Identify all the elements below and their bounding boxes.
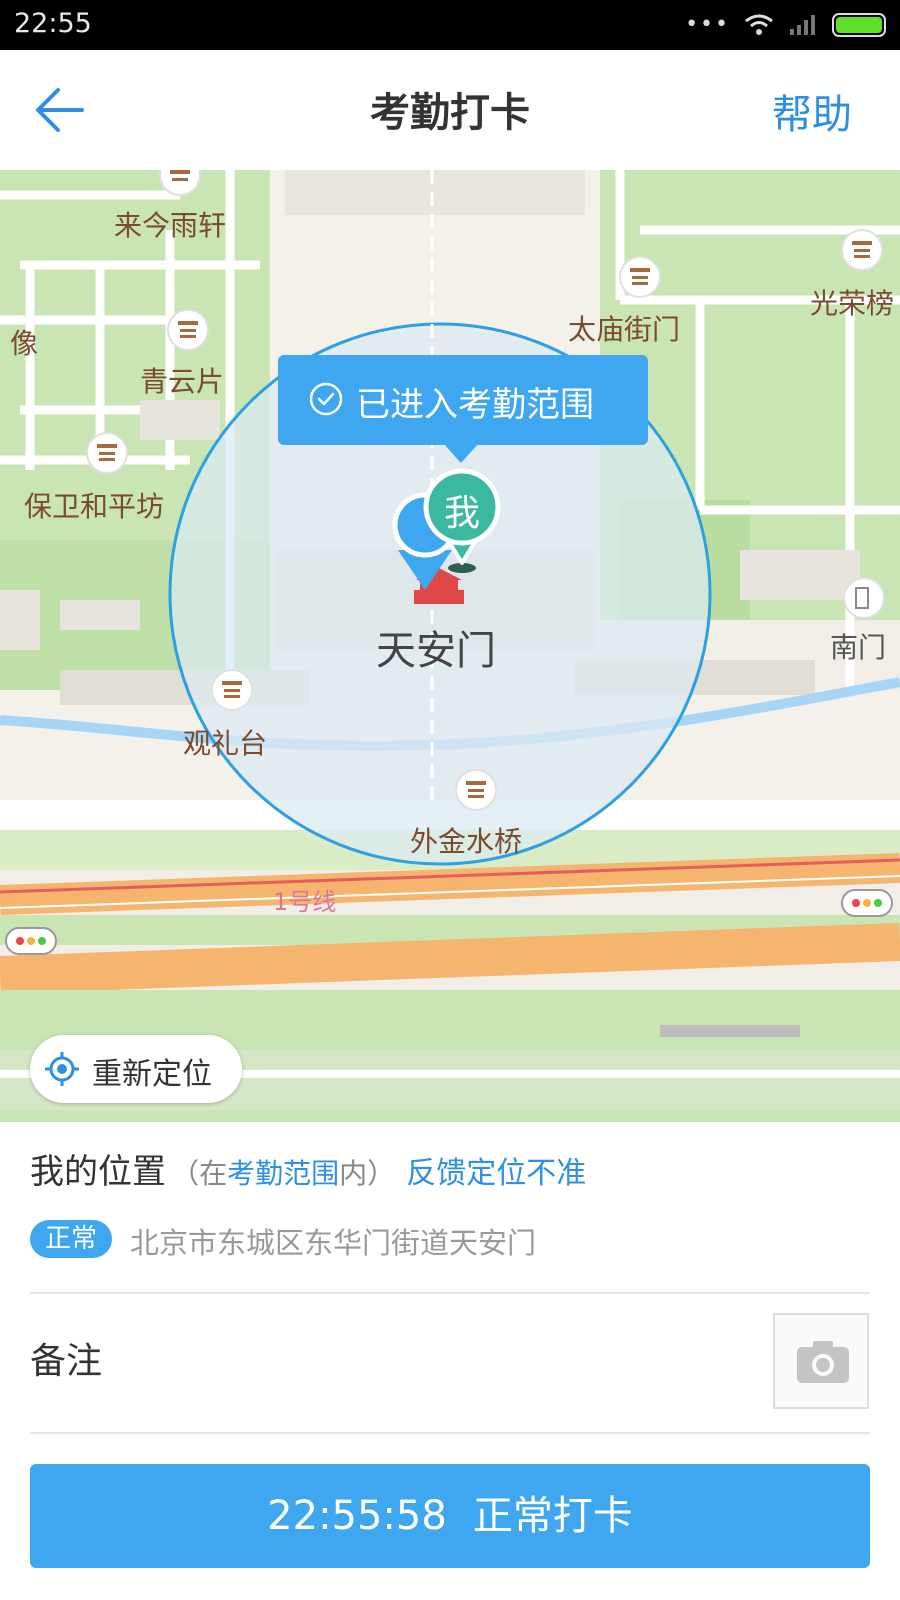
relocate-button[interactable]: 重新定位	[30, 1035, 242, 1103]
relocate-label: 重新定位	[92, 1057, 212, 1092]
wifi-icon	[745, 14, 773, 35]
more-dots-icon: •••	[685, 12, 730, 37]
status-badge: 正常	[30, 1220, 112, 1258]
my-location-title: 我的位置	[30, 1152, 166, 1192]
punch-label: 正常打卡	[472, 1493, 633, 1539]
in-range-text: 已进入考勤范围	[356, 385, 594, 425]
range-paren-open: （在	[171, 1157, 228, 1190]
punch-time: 22:55:58	[267, 1493, 447, 1539]
range-paren-close: 内）	[339, 1157, 396, 1190]
map-place-guanlitai: 观礼台	[183, 727, 268, 760]
attendance-panel: 我的位置 （在考勤范围内） 反馈定位不准 正常 北京市东城区东华门街道天安门 备…	[0, 1122, 900, 1600]
bubble-tail	[443, 443, 479, 463]
map-place-qingyunpian: 青云片	[140, 365, 225, 398]
page-title: 考勤打卡	[370, 90, 530, 136]
map-place-xiang: 像	[10, 327, 39, 360]
in-range-bubble: 已进入考勤范围	[278, 355, 648, 463]
status-icons: •••	[685, 12, 886, 37]
map-place-baoweihepingfang: 保卫和平坊	[24, 490, 165, 523]
map-place-tiananmen: 天安门	[376, 628, 496, 674]
subway-line-label: 1号线	[273, 888, 337, 916]
status-bar: 22:55 •••	[0, 0, 900, 50]
map-place-laijinyuxuan: 来今雨轩	[114, 209, 227, 242]
divider	[30, 1292, 870, 1294]
locate-crosshair-icon	[45, 1052, 79, 1086]
app-header: 考勤打卡 帮助	[0, 50, 900, 170]
punch-in-button[interactable]: 22:55:58 正常打卡	[30, 1464, 870, 1568]
battery-icon	[832, 12, 886, 37]
help-button[interactable]: 帮助	[772, 82, 852, 140]
map-place-taimiaojiemen: 太庙街门	[568, 313, 681, 346]
signal-icon	[790, 14, 815, 35]
map-place-nanmen: 南门	[830, 631, 887, 664]
attendance-range-link[interactable]: 考勤范围	[227, 1157, 339, 1190]
status-time: 22:55	[14, 8, 92, 39]
remark-label: 备注	[30, 1341, 103, 1382]
my-location-row: 我的位置 （在考勤范围内） 反馈定位不准	[30, 1144, 586, 1193]
map-place-guangrongbang: 光荣榜	[810, 287, 895, 320]
camera-icon	[797, 1341, 849, 1383]
photo-upload-button[interactable]	[773, 1313, 869, 1409]
my-location-marker-label: 我	[444, 493, 481, 534]
divider	[30, 1432, 870, 1434]
map-place-waijinshuiqiao: 外金水桥	[410, 825, 523, 858]
current-address: 北京市东城区东华门街道天安门	[130, 1226, 537, 1260]
check-circle-icon	[309, 382, 343, 416]
map-view[interactable]: 来今雨轩 青云片 像 保卫和平坊 太庙街门 光荣榜 天安门 南门 观礼台 外金水…	[0, 170, 900, 1122]
feedback-location-link[interactable]: 反馈定位不准	[406, 1156, 586, 1191]
